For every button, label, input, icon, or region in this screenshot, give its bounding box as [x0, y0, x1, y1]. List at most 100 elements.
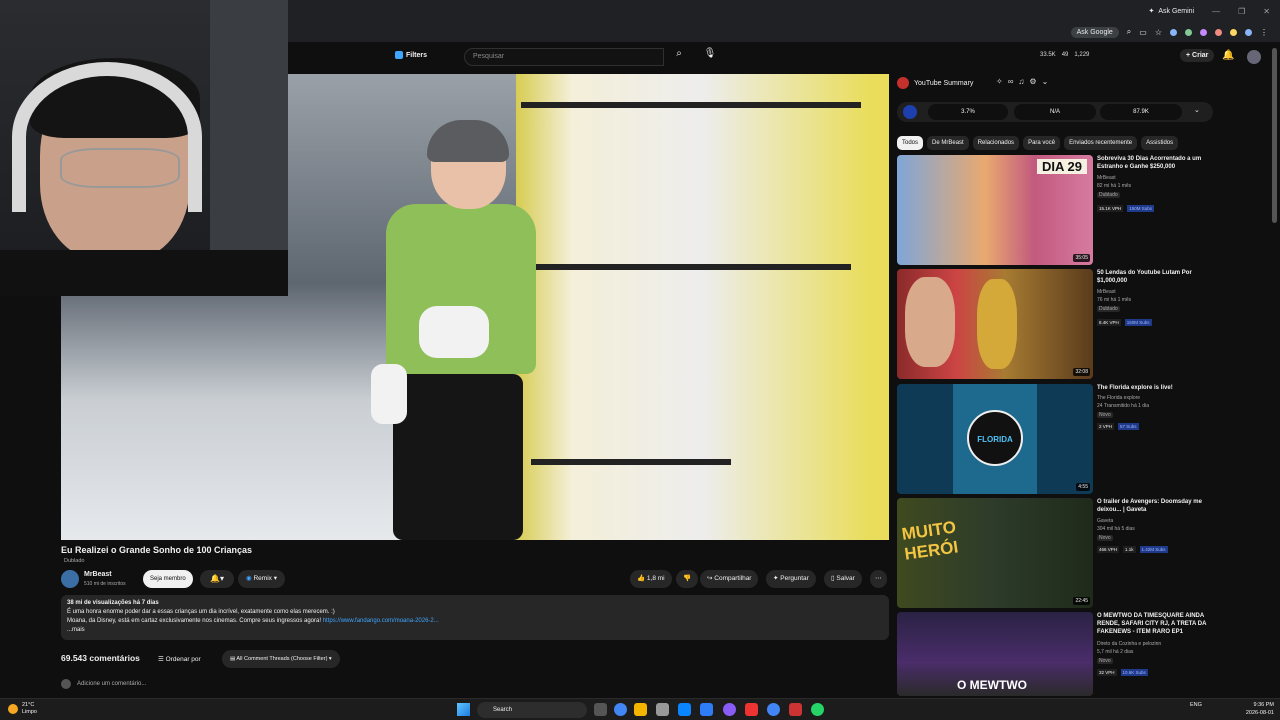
rec-channel[interactable]: Gaveta — [1097, 518, 1113, 524]
ask-google-button[interactable]: Ask Google — [1070, 26, 1119, 38]
extension-icon[interactable] — [1200, 28, 1207, 36]
channel-avatar[interactable] — [61, 570, 79, 588]
video-thumbnail[interactable]: 32:08 — [897, 269, 1093, 379]
taskbar-search[interactable]: Search — [477, 702, 587, 718]
restore-icon[interactable]: ❐ — [1238, 7, 1245, 16]
chrome-icon[interactable] — [614, 703, 627, 716]
list-item[interactable]: O MEWTWO O MEWTWO DA TIMESQUARE AINDA RE… — [897, 612, 1217, 696]
sort-comments-button[interactable]: ☰ Ordenar por — [158, 655, 201, 663]
star-icon[interactable]: ☆ — [1155, 28, 1162, 37]
more-actions-button[interactable]: ⋯ — [870, 570, 887, 588]
create-label: Criar — [1192, 52, 1209, 59]
glasses-icon[interactable]: ∞ — [1008, 77, 1019, 86]
folder-icon[interactable] — [634, 703, 647, 716]
vph-badge: 8.4K VPH — [1097, 319, 1121, 326]
list-item[interactable]: DIA 29 35:05 Sobreviva 30 Dias Acorrenta… — [897, 155, 1217, 265]
share-button[interactable]: ↪ Compartilhar — [700, 570, 759, 588]
windows-start-icon[interactable] — [457, 703, 470, 716]
microphone-icon[interactable]: 🎙 — [702, 48, 718, 66]
taskbar: 21°C Limpo Search ENG 9:36 PM 2026-08-01 — [0, 698, 1280, 720]
list-item[interactable]: FLORIDA 4:55 The Florida explore is live… — [897, 384, 1217, 494]
todo-icon[interactable] — [700, 703, 713, 716]
task-view-icon[interactable] — [594, 703, 607, 716]
mail-icon[interactable] — [678, 703, 691, 716]
rec-meta: 76 mi há 1 mês — [1097, 297, 1132, 303]
list-item[interactable]: 32:08 50 Lendas do Youtube Lutam Por $1,… — [897, 269, 1217, 379]
ask-gemini-button[interactable]: ✦ Ask Gemini — [1148, 7, 1194, 16]
rec-channel[interactable]: MrBeast — [1097, 289, 1116, 295]
app-icon[interactable] — [745, 703, 758, 716]
rec-channel[interactable]: MrBeast — [1097, 175, 1116, 181]
sort-label: Ordenar por — [165, 656, 201, 663]
video-thumbnail[interactable]: FLORIDA 4:55 — [897, 384, 1093, 494]
rec-title[interactable]: Sobreviva 30 Dias Acorrentado a um Estra… — [1097, 155, 1209, 171]
chip-for-you[interactable]: Para você — [1023, 136, 1061, 150]
dislike-button[interactable]: 👎 — [676, 570, 699, 588]
add-comment-input[interactable]: Adicione um comentário... — [61, 679, 146, 689]
rec-channel[interactable]: Direto da Cozinha e pelozinn — [1097, 641, 1161, 647]
chip-all[interactable]: Todos — [897, 136, 924, 150]
calculator-icon[interactable] — [656, 703, 669, 716]
list-item[interactable]: MUITO HERÓI 22:45 O trailer de Avengers:… — [897, 498, 1217, 608]
summary-toolbar[interactable]: ✧∞♫⚙⌄ — [996, 77, 1053, 86]
chip-watched[interactable]: Assistidos — [1141, 136, 1179, 150]
zoom-icon[interactable]: ⌕ — [1127, 27, 1131, 37]
chevron-down-icon[interactable]: ⌄ — [1194, 106, 1200, 114]
search-input[interactable]: Pesquisar — [464, 48, 664, 66]
webcam-detail — [60, 148, 180, 188]
audio-icon[interactable]: ♫ — [1018, 77, 1029, 86]
whatsapp-icon[interactable] — [811, 703, 824, 716]
extension-icon[interactable] — [1245, 28, 1252, 36]
show-more-link[interactable]: ...mais — [67, 626, 883, 635]
video-frame-detail — [393, 374, 523, 540]
video-thumbnail[interactable]: O MEWTWO — [897, 612, 1093, 696]
cast-icon[interactable]: ▭ — [1139, 28, 1147, 37]
video-thumbnail[interactable]: MUITO HERÓI 22:45 — [897, 498, 1093, 608]
channel-name[interactable]: MrBeast — [84, 571, 112, 578]
avatar[interactable] — [1247, 50, 1261, 64]
filters-button[interactable]: Filters — [395, 51, 427, 59]
remix-button[interactable]: ◉ Remix ▾ — [238, 570, 285, 588]
extension-icon[interactable] — [1215, 28, 1222, 36]
gear-icon[interactable]: ⚙ — [1029, 77, 1041, 86]
description-link[interactable]: https://www.fandango.com/moana-2026-2... — [323, 618, 439, 624]
chevron-down-icon[interactable]: ⌄ — [1042, 77, 1054, 86]
rec-channel[interactable]: The Florida explore — [1097, 395, 1140, 401]
discord-icon[interactable] — [723, 703, 736, 716]
clock[interactable]: 9:36 PM 2026-08-01 — [1238, 701, 1274, 717]
chip-from-channel[interactable]: De MrBeast — [927, 136, 969, 150]
create-button[interactable]: + Criar — [1180, 49, 1215, 62]
like-button[interactable]: 👍 1,8 mi — [630, 570, 672, 588]
extension-icon[interactable] — [1170, 28, 1177, 36]
join-button[interactable]: Seja membro — [143, 570, 193, 588]
rec-title[interactable]: The Florida explore is live! — [1097, 384, 1209, 392]
channel-stats: 33.5K 49 1,229 — [1040, 52, 1089, 58]
extension-icon[interactable] — [1185, 28, 1192, 36]
rec-title[interactable]: O trailer de Avengers: Doomsday me deixo… — [1097, 498, 1209, 514]
app-icon[interactable] — [789, 703, 802, 716]
description-line: Moana, da Disney, está em cartaz exclusi… — [67, 617, 883, 626]
close-icon[interactable]: ✕ — [1263, 7, 1270, 16]
extension-icon[interactable] — [1230, 28, 1237, 36]
chip-related[interactable]: Relacionados — [972, 136, 1020, 150]
chip-recent[interactable]: Enviados recentemente — [1064, 136, 1138, 150]
rec-title[interactable]: 50 Lendas do Youtube Lutam Por $1,000,00… — [1097, 269, 1209, 285]
video-thumbnail[interactable]: DIA 29 35:05 — [897, 155, 1093, 265]
language-indicator[interactable]: ENG — [1190, 702, 1202, 708]
menu-icon[interactable]: ⋮ — [1260, 28, 1268, 37]
sparkle-icon[interactable]: ✧ — [996, 77, 1008, 86]
video-description[interactable]: 38 mi de visualizações há 7 dias É uma h… — [61, 595, 889, 640]
page-scrollbar[interactable] — [1272, 48, 1277, 223]
ask-button[interactable]: ✦ Perguntar — [766, 570, 816, 588]
rec-stats: 32 VPH 10.6K Subs — [1097, 669, 1148, 676]
minimize-icon[interactable]: — — [1212, 7, 1220, 16]
rec-title[interactable]: O MEWTWO DA TIMESQUARE AINDA RENDE, SAFA… — [1097, 612, 1209, 636]
chrome-icon[interactable] — [767, 703, 780, 716]
ask-label: Perguntar — [780, 575, 809, 582]
comment-thread-filter[interactable]: ▤ All Comment Threads (Choose Filter) ▾ — [222, 650, 340, 668]
notifications-icon[interactable]: 🔔 — [1222, 50, 1234, 61]
weather-widget[interactable]: 21°C Limpo — [8, 702, 37, 716]
subscription-bell-button[interactable]: 🔔▾ — [200, 570, 234, 588]
save-button[interactable]: ▯ Salvar — [824, 570, 862, 588]
search-icon[interactable]: ⌕ — [668, 48, 690, 66]
